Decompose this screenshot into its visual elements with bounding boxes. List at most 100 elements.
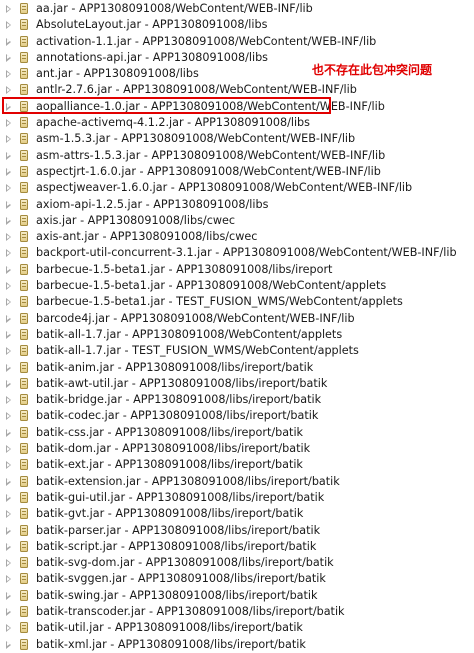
expand-triangle-icon[interactable]	[6, 151, 11, 160]
expand-triangle-icon[interactable]	[6, 37, 11, 46]
jar-icon	[20, 280, 28, 292]
expand-triangle-icon[interactable]	[6, 640, 11, 649]
tree-item-label: backport-util-concurrent-3.1.jar - APP13…	[36, 246, 457, 260]
tree-item[interactable]: batik-svg-dom.jar - APP1308091008/libs/i…	[0, 555, 474, 571]
expand-triangle-icon[interactable]	[6, 575, 11, 584]
tree-item[interactable]: asm-attrs-1.5.3.jar - APP1308091008/WebC…	[0, 148, 474, 164]
jar-icon	[20, 622, 28, 634]
expand-triangle-icon[interactable]	[6, 461, 11, 470]
jar-icon	[20, 198, 28, 210]
expand-triangle-icon[interactable]	[6, 542, 11, 551]
expand-triangle-icon[interactable]	[6, 70, 11, 79]
tree-item-label: batik-dom.jar - APP1308091008/libs/irepo…	[36, 442, 311, 456]
jar-icon	[20, 508, 28, 520]
tree-item[interactable]: barbecue-1.5-beta1.jar - APP1308091008/W…	[0, 278, 474, 294]
tree-item[interactable]: batik-codec.jar - APP1308091008/libs/ire…	[0, 408, 474, 424]
tree-item[interactable]: batik-swing.jar - APP1308091008/libs/ire…	[0, 588, 474, 604]
expand-triangle-icon[interactable]	[6, 412, 11, 421]
tree-item[interactable]: AbsoluteLayout.jar - APP1308091008/libs	[0, 17, 474, 33]
expand-triangle-icon[interactable]	[6, 510, 11, 519]
tree-item[interactable]: backport-util-concurrent-3.1.jar - APP13…	[0, 245, 474, 261]
expand-triangle-icon[interactable]	[6, 314, 11, 323]
tree-item-label: aspectjweaver-1.6.0.jar - APP1308091008/…	[36, 181, 413, 195]
tree-item[interactable]: activation-1.1.jar - APP1308091008/WebCo…	[0, 34, 474, 50]
tree-item[interactable]: batik-css.jar - APP1308091008/libs/irepo…	[0, 425, 474, 441]
tree-item-highlighted[interactable]: aopalliance-1.0.jar - APP1308091008/WebC…	[0, 99, 474, 115]
expand-triangle-icon[interactable]	[6, 135, 11, 144]
expand-triangle-icon[interactable]	[6, 200, 11, 209]
tree-item-label: batik-util.jar - APP1308091008/libs/irep…	[36, 621, 303, 635]
expand-triangle-icon[interactable]	[6, 526, 11, 535]
jar-icon	[20, 35, 28, 47]
expand-triangle-icon[interactable]	[6, 330, 11, 339]
tree-item[interactable]: apache-activemq-4.1.2.jar - APP130809100…	[0, 115, 474, 131]
tree-item[interactable]: batik-all-1.7.jar - APP1308091008/WebCon…	[0, 327, 474, 343]
tree-item-label: batik-codec.jar - APP1308091008/libs/ire…	[36, 409, 319, 423]
expand-triangle-icon[interactable]	[6, 477, 11, 486]
tree-item[interactable]: axis.jar - APP1308091008/libs/cwec	[0, 213, 474, 229]
expand-triangle-icon[interactable]	[6, 445, 11, 454]
jar-icon	[20, 117, 28, 129]
tree-item[interactable]: barbecue-1.5-beta1.jar - APP1308091008/l…	[0, 262, 474, 278]
tree-item[interactable]: barcode4j.jar - APP1308091008/WebContent…	[0, 311, 474, 327]
tree-item[interactable]: batik-ext.jar - APP1308091008/libs/irepo…	[0, 457, 474, 473]
tree-item[interactable]: barbecue-1.5-beta1.jar - TEST_FUSION_WMS…	[0, 294, 474, 310]
expand-triangle-icon[interactable]	[6, 5, 11, 13]
expand-triangle-icon[interactable]	[6, 119, 11, 128]
jar-icon	[20, 459, 28, 471]
tree-item[interactable]: batik-gui-util.jar - APP1308091008/libs/…	[0, 490, 474, 506]
tree-item-label: apache-activemq-4.1.2.jar - APP130809100…	[36, 116, 310, 130]
expand-triangle-icon[interactable]	[6, 559, 11, 568]
expand-triangle-icon[interactable]	[6, 184, 11, 193]
expand-triangle-icon[interactable]	[6, 624, 11, 633]
expand-triangle-icon[interactable]	[6, 363, 11, 372]
tree-item[interactable]: batik-script.jar - APP1308091008/libs/ir…	[0, 539, 474, 555]
tree-item-label: barbecue-1.5-beta1.jar - TEST_FUSION_WMS…	[36, 295, 403, 309]
expand-triangle-icon[interactable]	[6, 53, 11, 62]
expand-triangle-icon[interactable]	[6, 282, 11, 291]
expand-triangle-icon[interactable]	[6, 428, 11, 437]
expand-triangle-icon[interactable]	[6, 102, 11, 111]
tree-item[interactable]: batik-all-1.7.jar - TEST_FUSION_WMS/WebC…	[0, 343, 474, 359]
expand-triangle-icon[interactable]	[6, 167, 11, 176]
expand-triangle-icon[interactable]	[6, 216, 11, 225]
expand-triangle-icon[interactable]	[6, 607, 11, 616]
tree-item[interactable]: batik-extension.jar - APP1308091008/libs…	[0, 474, 474, 490]
tree-item[interactable]: aspectjrt-1.6.0.jar - APP1308091008/WebC…	[0, 164, 474, 180]
tree-item-label: axis-ant.jar - APP1308091008/libs/cwec	[36, 230, 258, 244]
expand-triangle-icon[interactable]	[6, 265, 11, 274]
tree-item[interactable]: aa.jar - APP1308091008/WebContent/WEB-IN…	[0, 1, 474, 17]
tree-item[interactable]: batik-bridge.jar - APP1308091008/libs/ir…	[0, 392, 474, 408]
tree-item-label: batik-gvt.jar - APP1308091008/libs/irepo…	[36, 507, 304, 521]
expand-triangle-icon[interactable]	[6, 396, 11, 405]
tree-item[interactable]: batik-parser.jar - APP1308091008/libs/ir…	[0, 523, 474, 539]
expand-triangle-icon[interactable]	[6, 86, 11, 95]
expand-triangle-icon[interactable]	[6, 233, 11, 242]
expand-triangle-icon[interactable]	[6, 21, 11, 30]
tree-item[interactable]: axis-ant.jar - APP1308091008/libs/cwec	[0, 229, 474, 245]
expand-triangle-icon[interactable]	[6, 347, 11, 356]
expand-triangle-icon[interactable]	[6, 493, 11, 502]
tree-item[interactable]: batik-transcoder.jar - APP1308091008/lib…	[0, 604, 474, 620]
tree-item[interactable]: batik-util.jar - APP1308091008/libs/irep…	[0, 620, 474, 636]
tree-item[interactable]: antlr-2.7.6.jar - APP1308091008/WebConte…	[0, 82, 474, 98]
tree-item-label: aa.jar - APP1308091008/WebContent/WEB-IN…	[36, 2, 313, 15]
jar-icon	[20, 68, 28, 80]
tree-item[interactable]: batik-dom.jar - APP1308091008/libs/irepo…	[0, 441, 474, 457]
jar-icon	[20, 149, 28, 161]
tree-item[interactable]: axiom-api-1.2.5.jar - APP1308091008/libs	[0, 197, 474, 213]
tree-item[interactable]: asm-1.5.3.jar - APP1308091008/WebContent…	[0, 131, 474, 147]
tree-item[interactable]: batik-xml.jar - APP1308091008/libs/irepo…	[0, 637, 474, 653]
tree-item[interactable]: batik-anim.jar - APP1308091008/libs/irep…	[0, 360, 474, 376]
expand-triangle-icon[interactable]	[6, 379, 11, 388]
tree-item[interactable]: batik-awt-util.jar - APP1308091008/libs/…	[0, 376, 474, 392]
tree-item[interactable]: aspectjweaver-1.6.0.jar - APP1308091008/…	[0, 180, 474, 196]
jar-icon	[20, 312, 28, 324]
tree-item[interactable]: batik-gvt.jar - APP1308091008/libs/irepo…	[0, 506, 474, 522]
tree-item[interactable]: batik-svggen.jar - APP1308091008/libs/ir…	[0, 571, 474, 587]
jar-icon	[20, 231, 28, 243]
expand-triangle-icon[interactable]	[6, 591, 11, 600]
expand-triangle-icon[interactable]	[6, 298, 11, 307]
expand-triangle-icon[interactable]	[6, 249, 11, 258]
tree-item-label: batik-css.jar - APP1308091008/libs/irepo…	[36, 425, 304, 439]
